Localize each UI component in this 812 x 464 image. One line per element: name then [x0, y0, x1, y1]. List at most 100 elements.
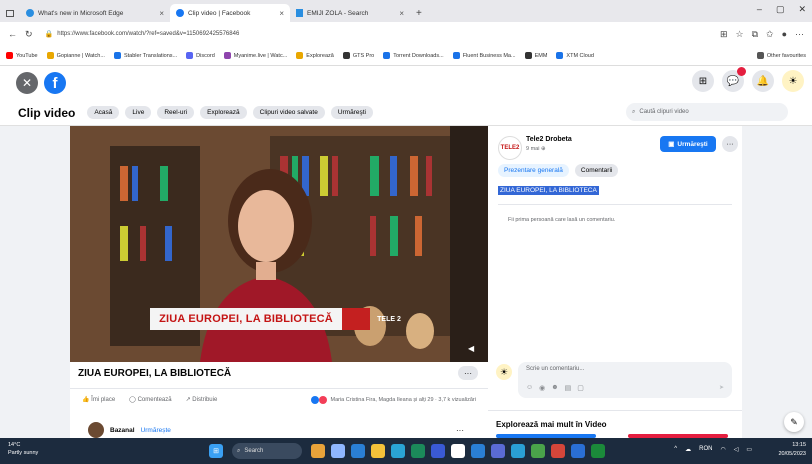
explore-more-heading[interactable]: Explorează mai mult în Video [496, 420, 607, 429]
taskview-icon[interactable] [331, 444, 345, 458]
weather-widget[interactable]: 14°C Partly sunny [8, 441, 38, 457]
send-icon[interactable]: ➤ [719, 384, 724, 391]
language-indicator[interactable]: RON [699, 446, 712, 453]
windows-start-icon[interactable]: ⊞ [209, 444, 223, 458]
new-tab-button[interactable]: + [410, 4, 428, 22]
battery-icon[interactable]: ▭ [746, 446, 752, 453]
widgets-icon[interactable] [311, 444, 325, 458]
tab-label: Clip video | Facebook [188, 9, 251, 17]
app-icon[interactable] [411, 444, 425, 458]
emoji-icon[interactable]: ☻ [551, 384, 558, 392]
favorites-icon[interactable]: ✩ [766, 29, 774, 40]
cloud-icon[interactable]: ☁ [685, 446, 691, 453]
chevron-up-icon[interactable]: ^ [674, 446, 677, 453]
messenger-icon[interactable]: 💬 [722, 67, 746, 92]
bookmark-item[interactable]: XTM Cloud [556, 52, 594, 59]
nav-pill-home[interactable]: Acasă [87, 106, 120, 119]
bookmark-item[interactable]: EMM [524, 52, 547, 59]
camera-icon[interactable]: ◉ [539, 384, 545, 392]
file-explorer-icon[interactable] [371, 444, 385, 458]
bookmark-item[interactable]: Stabler Translations... [113, 52, 177, 59]
minimize-icon[interactable]: – [757, 4, 762, 15]
favorite-star-icon[interactable]: ☆ [736, 29, 744, 40]
avatar[interactable] [88, 422, 104, 438]
bookmark-item[interactable]: Explorează [296, 52, 334, 59]
tab-comments[interactable]: Comentarii [574, 164, 619, 177]
more-options-button[interactable]: ··· [458, 366, 478, 380]
refresh-icon[interactable]: ↻ [25, 29, 33, 40]
chrome-icon[interactable] [551, 444, 565, 458]
bookmark-icon [524, 52, 532, 59]
next-post-more-icon[interactable]: ··· [456, 426, 464, 435]
sticker-icon[interactable]: ☺ [526, 384, 533, 392]
reactions-summary[interactable]: Maria Cristina Fira, Magda Ileana și alț… [311, 395, 476, 404]
taskbar-search[interactable]: ⌕ Search [232, 443, 302, 459]
video-search-input[interactable]: ⌕ Caută clipuri video [626, 103, 788, 121]
bookmark-item[interactable]: Gopianne | Watch... [46, 52, 105, 59]
facebook-logo-icon[interactable]: f [44, 72, 66, 94]
comment-button[interactable]: ◯ Comentează [129, 396, 171, 403]
tab-overview[interactable]: Prezentare generală [498, 164, 569, 177]
app-icon[interactable] [511, 444, 525, 458]
attach-icon[interactable]: ▢ [577, 384, 584, 392]
bookmark-item[interactable]: YouTube [6, 52, 38, 59]
bookmark-item[interactable]: GTS Pro [342, 52, 374, 59]
apps-icon[interactable]: ⊞ [720, 29, 728, 40]
like-button[interactable]: 👍 Îmi place [82, 396, 115, 403]
nav-pill-following[interactable]: Urmăreşti [330, 106, 373, 119]
app-icon[interactable] [571, 444, 585, 458]
avatar[interactable]: ☀ [782, 70, 804, 92]
app-icon[interactable] [431, 444, 445, 458]
discord-icon [186, 52, 194, 59]
follow-link[interactable]: Urmărește [141, 427, 171, 434]
app-icon[interactable] [471, 444, 485, 458]
bookmark-item[interactable]: Discord [186, 52, 215, 59]
menu-grid-icon[interactable]: ⊞ [692, 70, 714, 92]
notifications-bell-icon[interactable]: 🔔 [752, 70, 774, 92]
share-button[interactable]: ↗ Distribuie [186, 396, 218, 403]
wifi-icon[interactable]: ◠ [720, 446, 725, 453]
tab-edge-news[interactable]: What's new in Microsoft Edge × [20, 4, 170, 22]
page-name[interactable]: Tele2 Drobeta [526, 136, 572, 143]
nav-pill-reels[interactable]: Reel-uri [157, 106, 195, 119]
profile-icon[interactable]: ● [782, 29, 787, 39]
video-player[interactable]: ZIUA EUROPEI, LA BIBLIOTECĂ TELE 2 ◀ [70, 126, 488, 362]
bookmark-item[interactable]: Fluent Business Ma... [452, 52, 516, 59]
gif-icon[interactable]: ▤ [565, 384, 572, 392]
close-icon[interactable]: × [279, 9, 284, 18]
nav-pill-live[interactable]: Live [125, 106, 152, 119]
close-window-icon[interactable]: ✕ [798, 4, 806, 15]
url-field[interactable]: 🔒 https://www.facebook.com/watch/?ref=sa… [41, 26, 641, 42]
close-icon[interactable]: × [159, 9, 164, 18]
new-message-icon[interactable]: ✎ [784, 412, 804, 432]
app-icon[interactable] [531, 444, 545, 458]
taskbar-clock[interactable]: 13:15 20/05/2023 [778, 441, 806, 459]
app-icon[interactable] [451, 444, 465, 458]
settings-more-icon[interactable]: ··· [795, 29, 804, 39]
app-icon[interactable] [591, 444, 605, 458]
volume-icon[interactable]: ◀ [468, 344, 474, 353]
other-favourites[interactable]: Other favourites [756, 52, 806, 59]
nav-pill-saved[interactable]: Clipuri video salvate [252, 106, 325, 119]
close-icon[interactable]: × [399, 9, 404, 18]
comment-input[interactable]: Scrie un comentariu... ☺ ◉ ☻ ▤ ▢ ➤ [518, 362, 732, 398]
tab-facebook[interactable]: Clip video | Facebook × [170, 4, 290, 22]
nav-pill-explore[interactable]: Explorează [200, 106, 247, 119]
author-name[interactable]: Bazanal [110, 427, 135, 434]
tab-actions-icon[interactable] [0, 4, 20, 22]
bookmark-item[interactable]: Myanime.live | Watc... [223, 52, 287, 59]
collections-icon[interactable]: ⧉ [752, 29, 758, 40]
page-more-icon[interactable]: ··· [722, 136, 738, 152]
close-icon[interactable]: ✕ [16, 72, 38, 94]
maximize-icon[interactable]: ▢ [776, 4, 785, 15]
app-icon[interactable] [491, 444, 505, 458]
back-icon[interactable]: ← [8, 29, 17, 39]
follow-button[interactable]: ▣ Urmăreşti [660, 136, 716, 152]
tab-search[interactable]: EMIJI ZOLA - Search × [290, 4, 410, 22]
store-icon[interactable] [391, 444, 405, 458]
edge-icon[interactable] [351, 444, 365, 458]
post-time: 9 mai ⊕ [526, 146, 546, 152]
page-avatar[interactable]: TELE2 [498, 136, 522, 160]
volume-icon[interactable]: ◁ [734, 446, 739, 453]
bookmark-item[interactable]: Torrent Downloads... [383, 52, 444, 59]
